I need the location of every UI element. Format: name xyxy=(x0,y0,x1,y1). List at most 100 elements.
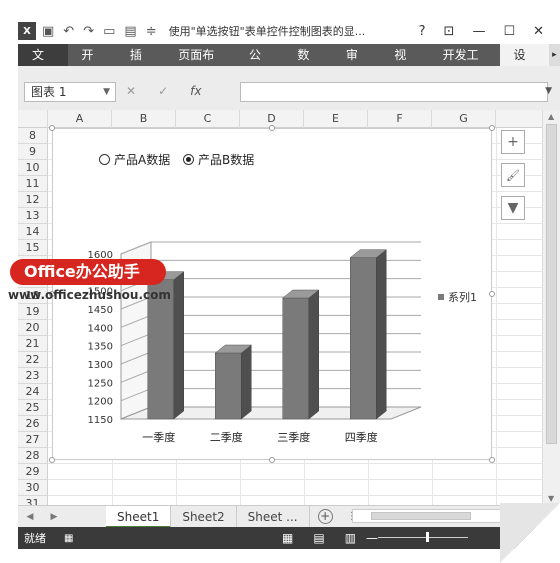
resize-handle-bottom[interactable] xyxy=(269,457,275,463)
formula-input[interactable] xyxy=(240,82,548,102)
sheet-tab-3[interactable]: Sheet ... xyxy=(237,505,310,528)
row-header-9[interactable]: 9 xyxy=(18,144,48,160)
sheet-next-icon[interactable]: ▶ xyxy=(42,512,66,522)
expand-formula-bar-icon[interactable]: ▼ xyxy=(545,86,552,96)
bar xyxy=(282,297,309,420)
minimize-button[interactable]: — xyxy=(472,24,485,39)
ribbon-tabs: 文件 开始 插入 页面布局 公式 数据 审阅 视图 开发工具 设计 ▸ xyxy=(18,44,560,84)
tab-view[interactable]: 视图 xyxy=(381,44,429,84)
row-header-19[interactable]: 19 xyxy=(18,304,48,320)
page-curl xyxy=(500,503,560,563)
save-icon[interactable]: ▣ xyxy=(42,24,54,39)
row-header-31[interactable]: 31 xyxy=(18,496,48,505)
row-header-25[interactable]: 25 xyxy=(18,400,48,416)
resize-handle-bottom-left[interactable] xyxy=(49,457,55,463)
scroll-up-icon[interactable]: ▲ xyxy=(548,112,554,121)
print-preview-icon[interactable]: ▤ xyxy=(124,24,136,39)
macro-record-icon[interactable]: ▦ xyxy=(64,533,73,544)
select-all-corner[interactable] xyxy=(18,110,48,128)
column-header-e[interactable]: E xyxy=(304,110,368,128)
tab-file[interactable]: 文件 xyxy=(18,44,69,84)
undo-icon[interactable]: ↶ xyxy=(63,24,74,39)
row-header-8[interactable]: 8 xyxy=(18,128,48,144)
window-title: 使用"单选按钮"表单控件控制图表的显... xyxy=(168,25,366,38)
horizontal-scroll-thumb[interactable] xyxy=(371,512,471,520)
row-header-23[interactable]: 23 xyxy=(18,368,48,384)
name-box-value: 图表 1 xyxy=(31,85,67,99)
row-header-11[interactable]: 11 xyxy=(18,176,48,192)
tab-data[interactable]: 数据 xyxy=(284,44,332,84)
x-tick-label: 三季度 xyxy=(277,430,310,444)
bar xyxy=(350,257,377,420)
excel-logo-icon: X xyxy=(18,22,36,40)
tab-insert[interactable]: 插入 xyxy=(117,44,165,84)
column-header-a[interactable]: A xyxy=(48,110,112,128)
zoom-out-button[interactable]: — xyxy=(366,531,378,545)
page-break-view-icon[interactable]: ▥ xyxy=(345,531,356,545)
tab-developer[interactable]: 开发工具 xyxy=(430,44,501,84)
row-header-14[interactable]: 14 xyxy=(18,224,48,240)
chart-elements-button[interactable]: + xyxy=(501,130,525,154)
add-sheet-icon[interactable]: + xyxy=(317,509,333,524)
y-tick-label: 1350 xyxy=(88,342,113,353)
help-button[interactable]: ? xyxy=(419,24,426,39)
row-header-20[interactable]: 20 xyxy=(18,320,48,336)
column-header-f[interactable]: F xyxy=(368,110,432,128)
y-tick-label: 1400 xyxy=(88,323,113,334)
row-header-27[interactable]: 27 xyxy=(18,432,48,448)
scroll-down-icon[interactable]: ▼ xyxy=(548,494,554,503)
chart-filters-button[interactable]: ▼ xyxy=(501,196,525,220)
formula-bar: 图表 1 ▼ ✕ ✓ fx ▼ xyxy=(18,66,560,110)
zoom-slider-knob[interactable] xyxy=(426,532,429,542)
ribbon-scroll-right-icon[interactable]: ▸ xyxy=(548,44,560,66)
tab-formulas[interactable]: 公式 xyxy=(236,44,284,84)
row-header-24[interactable]: 24 xyxy=(18,384,48,400)
resize-handle-bottom-right[interactable] xyxy=(489,457,495,463)
gridline xyxy=(496,128,497,505)
vertical-scrollbar[interactable]: ▲ ▼ xyxy=(542,110,560,505)
insert-function-icon[interactable]: fx xyxy=(190,84,201,98)
row-header-29[interactable]: 29 xyxy=(18,464,48,480)
sheet-tab-1[interactable]: Sheet1 xyxy=(106,505,172,528)
zoom-slider[interactable] xyxy=(378,532,468,542)
cancel-entry-icon[interactable]: ✕ xyxy=(126,84,136,98)
row-header-22[interactable]: 22 xyxy=(18,352,48,368)
chevron-down-icon[interactable]: ▼ xyxy=(103,83,110,101)
column-header-g[interactable]: G xyxy=(432,110,496,128)
tab-design[interactable]: 设计 xyxy=(500,44,549,84)
chart-legend[interactable]: 系列1 xyxy=(438,289,477,305)
row-header-26[interactable]: 26 xyxy=(18,416,48,432)
row-header-13[interactable]: 13 xyxy=(18,208,48,224)
bar-side xyxy=(173,271,184,420)
confirm-entry-icon[interactable]: ✓ xyxy=(158,84,168,98)
sheet-prev-icon[interactable]: ◀ xyxy=(18,512,42,522)
row-header-10[interactable]: 10 xyxy=(18,160,48,176)
open-icon[interactable]: ▭ xyxy=(103,24,115,39)
resize-handle-top[interactable] xyxy=(269,125,275,131)
column-header-c[interactable]: C xyxy=(176,110,240,128)
chart-styles-button[interactable]: 🖌 xyxy=(501,163,525,187)
vertical-scroll-thumb[interactable] xyxy=(546,124,557,444)
close-button[interactable]: ✕ xyxy=(533,24,544,39)
row-header-28[interactable]: 28 xyxy=(18,448,48,464)
row-header-21[interactable]: 21 xyxy=(18,336,48,352)
tab-home[interactable]: 开始 xyxy=(68,44,116,84)
redo-icon[interactable]: ↷ xyxy=(83,24,94,39)
resize-handle-top-right[interactable] xyxy=(489,125,495,131)
row-header-12[interactable]: 12 xyxy=(18,192,48,208)
maximize-button[interactable]: ☐ xyxy=(503,24,515,39)
sheet-tab-2[interactable]: Sheet2 xyxy=(171,505,237,528)
tab-review[interactable]: 审阅 xyxy=(333,44,381,84)
customize-toolbar-icon[interactable]: ≑ xyxy=(146,24,157,39)
ribbon-display-button[interactable]: ⊡ xyxy=(444,24,455,39)
column-header-b[interactable]: B xyxy=(112,110,176,128)
bar-side xyxy=(376,249,387,420)
resize-handle-right[interactable] xyxy=(489,291,495,297)
normal-view-icon[interactable]: ▦ xyxy=(282,531,293,545)
row-header-15[interactable]: 15 xyxy=(18,240,48,256)
resize-handle-top-left[interactable] xyxy=(49,125,55,131)
name-box[interactable]: 图表 1 ▼ xyxy=(24,82,116,102)
tab-page-layout[interactable]: 页面布局 xyxy=(165,44,236,84)
row-header-30[interactable]: 30 xyxy=(18,480,48,496)
page-layout-view-icon[interactable]: ▤ xyxy=(313,531,324,545)
